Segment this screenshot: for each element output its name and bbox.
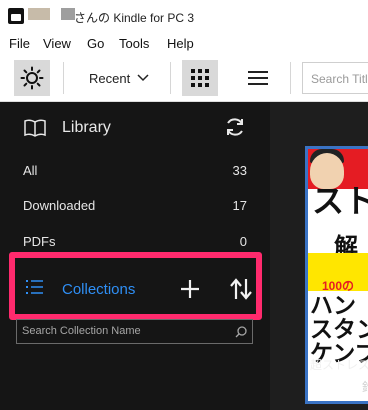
toolbar-divider [290,62,291,94]
list-icon [26,280,43,294]
kindle-logo-icon [8,8,24,24]
grid-icon [191,69,209,87]
chevron-down-icon [137,74,149,82]
filter-label: PDFs [23,234,56,249]
filter-count: 0 [239,234,247,249]
redacted-name [61,8,75,20]
redacted-name [28,8,50,20]
window-title: さんの Kindle for PC 3 [74,11,195,25]
brightness-button[interactable] [14,60,50,96]
menu-tools[interactable]: Tools [119,36,149,51]
toolbar-divider [63,62,64,94]
menu-help[interactable]: Help [167,36,194,51]
toolbar: Recent Search Title [0,54,368,102]
menu-go[interactable]: Go [87,36,104,51]
sort-dropdown[interactable]: Recent [76,62,164,94]
collections-highlight-box [9,252,262,320]
collections-heading[interactable]: Collections [62,281,135,298]
collection-search-placeholder: Search Collection Name [22,325,141,337]
menu-view[interactable]: View [43,36,71,51]
toolbar-divider [170,62,171,94]
sort-arrows-icon[interactable] [229,278,253,300]
list-icon [248,71,268,85]
library-search-input[interactable]: Search Title [302,62,368,94]
library-heading[interactable]: Library [62,119,111,137]
cover-text-main: ストレ [312,183,368,219]
filter-count: 33 [232,163,247,178]
grid-view-button[interactable] [182,60,218,96]
filter-pdfs[interactable]: PDFs 0 [0,231,270,253]
collection-search-input[interactable]: Search Collection Name [16,319,253,344]
search-icon [235,326,247,338]
plus-icon[interactable] [180,279,200,299]
filter-all[interactable]: All 33 [0,160,270,182]
filter-label: Downloaded [23,198,96,213]
sun-icon [20,66,44,90]
kindle-window: さんの Kindle for PC 3 File View Go Tools H… [0,0,368,410]
filter-count: 17 [232,198,247,213]
cover-text-bottom: ハンスタンケンブ [310,292,368,366]
title-bar: さんの Kindle for PC 3 [0,0,368,30]
book-title[interactable]: 超ストレス解 [310,356,368,373]
filter-downloaded[interactable]: Downloaded 17 [0,195,270,217]
menu-bar: File View Go Tools Help [0,30,368,54]
library-search-placeholder: Search Title [311,72,368,86]
menu-file[interactable]: File [9,36,30,51]
list-view-button[interactable] [240,60,276,96]
library-grid: ストレ 解 100の ハンスタンケンブ 超ストレス解 鈴 [270,102,368,410]
sync-icon[interactable] [224,116,246,138]
book-open-icon [24,119,46,137]
sidebar: Library All 33 Downloaded 17 PDFs 0 Coll… [0,102,270,410]
sort-label: Recent [89,71,131,86]
filter-label: All [23,163,38,178]
book-author: 鈴 [362,378,368,395]
